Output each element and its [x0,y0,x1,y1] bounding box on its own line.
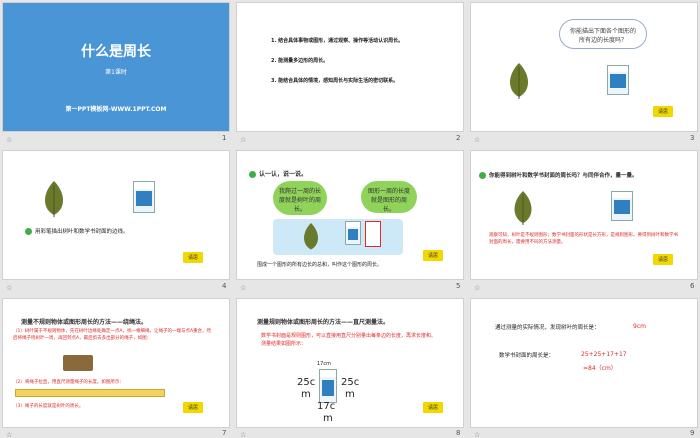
step-text: （1）树叶属于不规则物体，先在树叶边缘处确定一点A，找一根细绳，让绳子的一端与点… [13,329,212,341]
speech-cloud: 图形一周的长度就是图形的周长。 [361,181,417,213]
slide-thumbnail-5[interactable]: 认一认，说一说。 我爬过一周的长度就是树叶的周长。 图形一周的长度就是图形的周长… [236,150,464,280]
reply-button[interactable]: 请思 [422,250,443,261]
objective-item: 3. 能结合具体的情境，感知周长与实际生活的密切联系。 [271,78,399,84]
slide-heading: 认一认，说一说。 [249,169,307,178]
rectangle-outline [365,221,381,247]
slide-thumbnail-3[interactable]: 你能描出下面各个图形的所有边的长度吗？ 请思 [470,2,698,132]
slide-thumbnail-7[interactable]: 测量不规则物体或图形周长的方法——绕绳法。 （1）树叶属于不规则物体，先在树叶边… [2,298,230,428]
reply-button[interactable]: 请思 [652,106,673,117]
slide-thumbnail-1[interactable]: 什么是周长 第1课时 第一PPT模板网-WWW.1PPT.COM [2,2,230,132]
leaf-icon [45,181,63,217]
method-text: 数学书封面是规则图形，可以直接用直尺分别量出每条边的长度，再求长度和。测量结果如… [261,333,437,347]
slide-thumbnail-2[interactable]: 1. 结合具体事物或图形，通过观察、操作等活动认识周长。 2. 能测量多边形的周… [236,2,464,132]
question-bubble: 你能描出下面各个图形的所有边的长度吗？ [559,19,647,49]
ruler-image [15,389,165,397]
illustration-scene [273,219,403,255]
measure-label-bottom: m [323,413,333,424]
book-icon [319,369,337,403]
leaf-icon [510,63,528,99]
book-icon [607,65,629,95]
calculation-result: =84（cm） [583,365,617,372]
slide-grid: 什么是周长 第1课时 第一PPT模板网-WWW.1PPT.COM ☆ 1 1. … [0,0,700,438]
leaf-rope-photo [63,355,93,371]
instruction-text: 用彩笔描出树叶和数学书封面的边线。 [25,227,129,235]
slide-subtitle: 第1课时 [105,69,127,76]
calculation-value: 25+25+17+17 [581,351,627,358]
step-text: （2）将绳子拉直，用直尺测量绳子的长度。如图所示： [13,380,124,385]
book-icon [611,191,633,221]
slide-number: 7 [222,429,227,437]
objective-item: 2. 能测量多边形的周长。 [271,58,329,64]
definition-text: 围成一个图形的所有边长的总和，叫作这个图形的周长。 [257,262,383,268]
slide-heading: 你能得到树叶和数学书封面的周长吗？与同伴合作，量一量。 [479,171,638,179]
star-icon: ☆ [474,431,481,438]
slide-thumbnail-6[interactable]: 你能得到树叶和数学书封面的周长吗？与同伴合作，量一量。 观察可知，树叶是不规则图… [470,150,698,280]
explanation-text: 观察可知，树叶是不规则图形；数学书封面的形状是长方形，是规则图形。要得到树叶和数… [489,233,678,245]
reply-button[interactable]: 请思 [422,402,443,413]
measure-label-left: 25c [297,377,316,388]
measure-label-top: 17cm [317,361,331,367]
slide-heading: 测量规则物体或图形周长的方法——直尺测量法。 [257,319,390,326]
measure-label-bottom: 17c [317,401,336,412]
bullet-icon [479,172,486,179]
slide-footer: 第一PPT模板网-WWW.1PPT.COM [65,106,167,113]
measure-label-right: 25c [341,377,360,388]
measure-label-right: m [345,389,355,400]
reply-button[interactable]: 请思 [652,254,673,265]
speech-cloud: 我爬过一周的长度就是树叶的周长。 [273,181,327,215]
book-icon [345,221,361,245]
result-value: 9cm [633,323,646,330]
bullet-icon [25,228,32,235]
star-icon: ☆ [240,431,247,438]
star-icon: ☆ [6,431,13,438]
slide-heading: 测量不规则物体或图形周长的方法——绕绳法。 [21,319,148,326]
objective-item: 1. 结合具体事物或图形，通过观察、操作等活动认识周长。 [271,38,404,44]
bullet-icon [249,171,256,178]
result-label: 通过测量的实际情况，发现树叶的周长是： [495,325,600,331]
slide-number: 9 [690,429,695,437]
reply-button[interactable]: 请思 [182,252,203,263]
slide-title: 什么是周长 [81,44,151,60]
result-label: 数学书封面的周长是： [499,353,555,359]
slide-number: 8 [456,429,461,437]
reply-button[interactable]: 请思 [182,402,203,413]
leaf-icon [304,223,318,250]
slide-thumbnail-9[interactable]: 通过测量的实际情况，发现树叶的周长是： 9cm 数学书封面的周长是： 25+25… [470,298,698,428]
slide-thumbnail-8[interactable]: 测量规则物体或图形周长的方法——直尺测量法。 数学书封面是规则图形，可以直接用直… [236,298,464,428]
measure-label-left: m [301,389,311,400]
slide-thumbnail-4[interactable]: 用彩笔描出树叶和数学书封面的边线。 请思 [2,150,230,280]
book-icon [133,181,155,213]
leaf-icon [514,191,532,225]
